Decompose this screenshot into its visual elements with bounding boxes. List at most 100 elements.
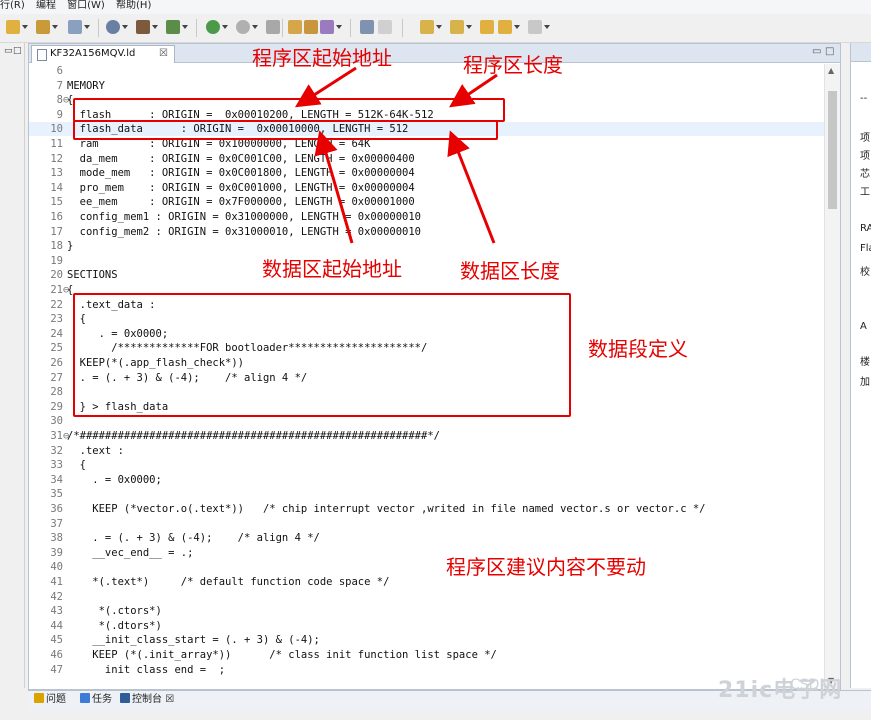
code-line[interactable]: 17 config_mem2 : ORIGIN = 0x31000010, LE… <box>29 225 824 239</box>
code-text: da_mem : ORIGIN = 0x0C001C00, LENGTH = 0… <box>67 152 415 165</box>
annotation-data-length: 数据区长度 <box>460 259 560 283</box>
debug-dropdown-icon[interactable] <box>222 25 228 29</box>
scroll-up-icon[interactable]: ▲ <box>828 66 834 75</box>
menu-run[interactable]: 行(R) <box>0 0 25 11</box>
code-line[interactable]: 39 __vec_end__ = .; <box>29 546 824 560</box>
code-line[interactable]: 33 { <box>29 458 824 472</box>
maximize-icon[interactable]: □ <box>13 46 22 56</box>
code-line[interactable]: 41 *(.text*) /* default function code sp… <box>29 575 824 589</box>
menu-edit[interactable]: 编程 <box>36 0 56 11</box>
code-line[interactable]: 7 MEMORY <box>29 79 824 93</box>
line-number: 37 <box>50 517 63 530</box>
code-line[interactable]: 40 <box>29 560 824 574</box>
tools-icon[interactable] <box>166 20 180 34</box>
maximize-icon[interactable]: □ <box>825 46 834 57</box>
menu-window[interactable]: 窗口(W) <box>67 0 105 11</box>
bug-icon[interactable] <box>206 20 220 34</box>
stop-icon[interactable] <box>266 20 280 34</box>
code-line[interactable]: 13 mode_mem : ORIGIN = 0x0C001800, LENGT… <box>29 166 824 180</box>
forward-icon[interactable] <box>528 20 542 34</box>
toggle-icon[interactable] <box>360 20 374 34</box>
code-line[interactable]: 14 pro_mem : ORIGIN = 0x0C001000, LENGTH… <box>29 181 824 195</box>
code-line[interactable]: 16 config_mem1 : ORIGIN = 0x31000000, LE… <box>29 210 824 224</box>
code-line[interactable]: 35 <box>29 487 824 501</box>
code-line[interactable]: 32 .text : <box>29 444 824 458</box>
code-line[interactable]: 19 <box>29 254 824 268</box>
open-file-icon[interactable] <box>304 20 318 34</box>
code-line[interactable]: 38 . = (. + 3) & (-4); /* align 4 */ <box>29 531 824 545</box>
code-line[interactable]: 45 __init_class_start = (. + 3) & (-4); <box>29 633 824 647</box>
status-bar <box>0 710 871 720</box>
close-icon[interactable]: ☒ <box>165 694 174 705</box>
wand-icon[interactable] <box>320 20 334 34</box>
run-dropdown-icon[interactable] <box>252 25 258 29</box>
toolbar-separator <box>196 19 197 37</box>
line-number: 27 <box>50 371 63 384</box>
build-dropdown-icon[interactable] <box>122 25 128 29</box>
code-line[interactable]: 37 <box>29 517 824 531</box>
open-folder-icon[interactable] <box>288 20 302 34</box>
code-line[interactable]: 12 da_mem : ORIGIN = 0x0C001C00, LENGTH … <box>29 152 824 166</box>
outline-text: 工 <box>860 187 870 198</box>
tab-console[interactable]: 控制台 ☒ <box>120 691 174 709</box>
line-number: 39 <box>50 546 63 559</box>
new-icon[interactable] <box>6 20 20 34</box>
code-line[interactable]: 18} <box>29 239 824 253</box>
copy-icon[interactable] <box>68 20 82 34</box>
back-icon[interactable] <box>498 20 512 34</box>
line-number: 20 <box>50 269 63 282</box>
code-text: . = (. + 3) & (-4); /* align 4 */ <box>67 532 320 545</box>
code-line[interactable]: 34 . = 0x0000; <box>29 473 824 487</box>
annotation-data-segment: 数据段定义 <box>588 337 688 361</box>
pilcrow-icon[interactable] <box>378 20 392 34</box>
code-line[interactable]: 36 KEEP (*vector.o(.text*)) /* chip inte… <box>29 502 824 516</box>
code-text: KEEP (*(.init_array*)) /* class init fun… <box>67 649 497 661</box>
code-text: /*######################################… <box>67 430 440 442</box>
back-dropdown-icon[interactable] <box>514 25 520 29</box>
line-number: 45 <box>50 634 63 647</box>
hammer-dropdown-icon[interactable] <box>152 25 158 29</box>
tab-tasks[interactable]: 任务 <box>80 691 112 709</box>
close-icon[interactable]: ☒ <box>159 46 168 62</box>
tab-problems[interactable]: 问题 <box>34 691 66 709</box>
tab-kf32a156mqv-ld[interactable]: KF32A156MQV.ld ☒ <box>31 45 175 63</box>
scrollbar-thumb[interactable] <box>828 91 837 209</box>
build-icon[interactable] <box>106 20 120 34</box>
prev-annotation-dropdown-icon[interactable] <box>466 25 472 29</box>
tools-dropdown-icon[interactable] <box>182 25 188 29</box>
copy-dropdown-icon[interactable] <box>84 25 90 29</box>
wand-dropdown-icon[interactable] <box>336 25 342 29</box>
minimize-icon[interactable]: ▭ <box>4 46 13 56</box>
code-text: ee_mem : ORIGIN = 0x7F000000, LENGTH = 0… <box>67 196 415 209</box>
forward-dropdown-icon[interactable] <box>544 25 550 29</box>
code-line[interactable]: 31 ⊖/*###################################… <box>29 429 824 443</box>
minimize-icon[interactable]: ▭ <box>812 46 821 57</box>
code-line[interactable]: 20 SECTIONS <box>29 268 824 282</box>
toolbar-separator <box>402 19 403 37</box>
toolbar-separator <box>98 19 99 37</box>
code-line[interactable]: 46 KEEP (*(.init_array*)) /* class init … <box>29 648 824 662</box>
prev-annotation-icon[interactable] <box>450 20 464 34</box>
code-line[interactable]: 44 *(.dtors*) <box>29 619 824 633</box>
code-line[interactable]: 42 <box>29 590 824 604</box>
outline-text: 项 <box>860 151 870 162</box>
save-icon[interactable] <box>36 20 50 34</box>
code-text: } <box>67 240 74 253</box>
code-line[interactable]: 15 ee_mem : ORIGIN = 0x7F000000, LENGTH … <box>29 195 824 209</box>
outline-text: 芯 <box>860 169 870 180</box>
toolbar-separator <box>350 19 351 37</box>
menu-help[interactable]: 帮助(H) <box>116 0 151 11</box>
last-edit-icon[interactable] <box>480 20 494 34</box>
new-dropdown-icon[interactable] <box>22 25 28 29</box>
next-annotation-icon[interactable] <box>420 20 434 34</box>
save-dropdown-icon[interactable] <box>52 25 58 29</box>
line-number: 6 <box>56 65 63 77</box>
run-icon[interactable] <box>236 20 250 34</box>
next-annotation-dropdown-icon[interactable] <box>436 25 442 29</box>
code-line[interactable]: 43 *(.ctors*) <box>29 604 824 618</box>
code-line[interactable]: 47 init class end = ; <box>29 663 824 677</box>
line-number: 18 <box>50 240 63 253</box>
vertical-scrollbar[interactable]: ▲ ▼ <box>824 64 840 689</box>
hammer-icon[interactable] <box>136 20 150 34</box>
code-line[interactable]: 6 <box>29 64 824 78</box>
